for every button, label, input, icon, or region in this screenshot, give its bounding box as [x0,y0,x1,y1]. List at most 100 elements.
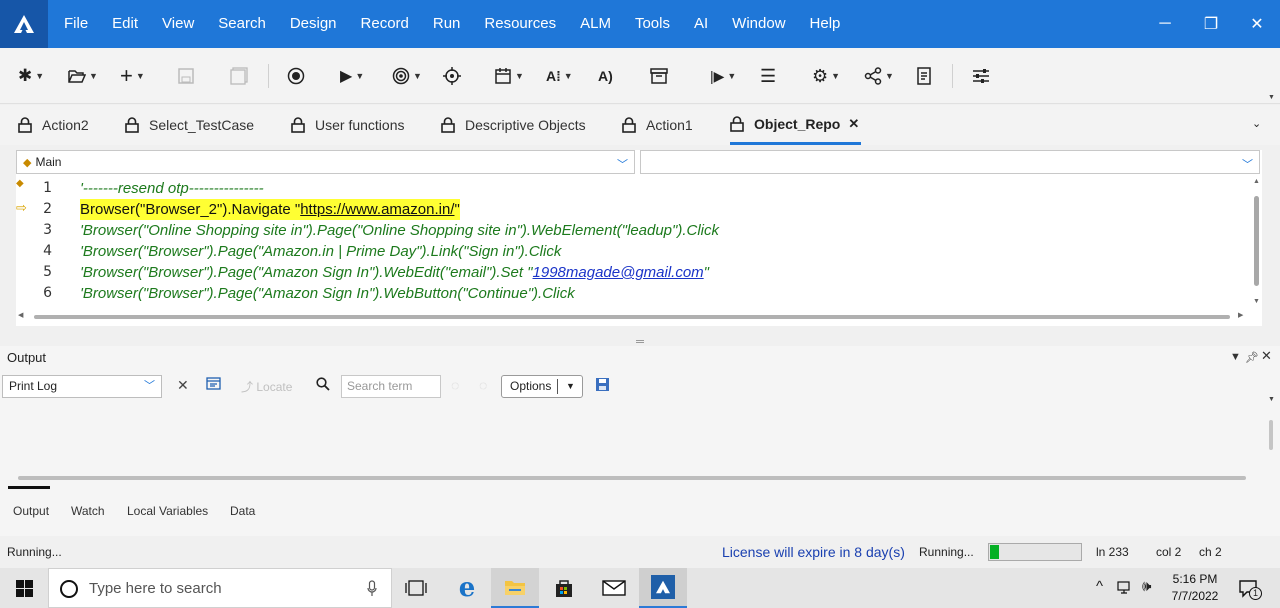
output-scroll-down-icon[interactable]: ▼ [1268,396,1275,403]
scrollbar-thumb[interactable] [1269,420,1273,450]
url-link[interactable]: https://www.amazon.in/ [300,201,454,218]
license-warning[interactable]: License will expire in 8 day(s) [722,544,905,560]
save-all-button[interactable] [230,62,248,90]
scrollbar-thumb[interactable] [34,315,1230,319]
tab-close-icon[interactable]: ✕ [848,116,859,132]
save-button[interactable] [178,62,194,90]
tab-output[interactable]: Output [13,504,49,518]
start-button[interactable] [0,568,48,608]
tab-watch[interactable]: Watch [71,504,105,518]
menu-help[interactable]: Help [798,0,853,48]
menu-record[interactable]: Record [349,0,421,48]
menu-alm[interactable]: ALM [568,0,623,48]
tab-select-testcase[interactable]: Select_TestCase [125,105,254,145]
menu-tools[interactable]: Tools [623,0,682,48]
show-hidden-icons-icon[interactable]: ^ [1096,578,1103,595]
search-previous-button[interactable]: ◌ [451,377,459,393]
editor-vertical-scrollbar[interactable]: ▲ ▼ [1252,178,1262,308]
code-view[interactable]: ◆ ⇨ 1 '-------resend otp--------------- … [16,178,1252,308]
output-search-input[interactable]: Search term [341,375,441,398]
locate-icon: ⤴ [241,380,254,394]
tab-local-variables[interactable]: Local Variables [127,504,208,518]
output-horizontal-scrollbar[interactable] [18,476,1246,482]
function-dropdown[interactable]: ﹀ [640,150,1260,174]
wrap-output-button[interactable] [206,377,221,393]
run-progress-bar [988,543,1082,561]
menu-view[interactable]: View [150,0,206,48]
menu-design[interactable]: Design [278,0,349,48]
checkpoint-icon [392,67,410,85]
clear-output-button[interactable]: ✕ [177,377,189,394]
network-icon[interactable] [1117,579,1135,598]
new-item-button[interactable]: ✱ ▼ [18,62,44,90]
toolbar-overflow-icon[interactable]: ▼ [1268,94,1275,101]
output-type-dropdown[interactable]: Print Log ﹀ [2,375,162,398]
menu-file[interactable]: File [52,0,100,48]
tab-data[interactable]: Data [230,504,255,518]
list-button[interactable]: ☰ [760,62,776,90]
lock-icon [18,117,32,133]
menu-run[interactable]: Run [421,0,473,48]
tab-action2[interactable]: Action2 [18,105,89,145]
toolbar-separator [952,64,953,88]
edge-browser-button[interactable]: e [443,568,491,608]
object-spy-button[interactable] [443,62,461,90]
archive-button[interactable] [650,62,668,90]
uft-app-button[interactable] [639,568,687,608]
settings-button[interactable]: ⚙ ▼ [812,62,840,90]
microphone-icon[interactable] [367,580,377,597]
calendar-button[interactable]: ▼ [494,62,524,90]
share-button[interactable]: ▼ [864,62,894,90]
scrollbar-thumb[interactable] [1254,196,1259,286]
taskbar-clock[interactable]: 5:16 PM 7/7/2022 [1166,571,1224,605]
ai-recognition-button[interactable]: A⁞ ▼ [546,62,573,90]
scrollbar-thumb[interactable] [18,476,1246,480]
search-next-button[interactable]: ◌ [479,377,487,393]
tab-action1[interactable]: Action1 [622,105,693,145]
menu-ai[interactable]: AI [682,0,720,48]
minimize-button[interactable]: ─ [1142,0,1188,48]
store-button[interactable] [540,568,588,608]
volume-icon[interactable]: 🕪︎ [1142,578,1151,595]
tab-user-functions[interactable]: User functions [291,105,404,145]
task-view-button[interactable] [392,568,440,608]
panel-menu-icon[interactable]: ▼ [1230,351,1241,363]
email-link[interactable]: 1998magade@gmail.com [533,264,704,281]
tabs-overflow-icon[interactable]: ⌄ [1252,117,1261,130]
record-button[interactable] [287,62,305,90]
share-icon [864,67,882,85]
menu-window[interactable]: Window [720,0,797,48]
scope-dropdown[interactable]: ◆ Main ﹀ [16,150,635,174]
ai-inspect-button[interactable]: A) [598,62,613,90]
document-button[interactable] [916,62,932,90]
save-output-button[interactable] [595,377,610,395]
restore-button[interactable]: ❐ [1188,0,1234,48]
save-icon [596,378,609,391]
locate-button[interactable]: ⤴ Locate [241,378,292,395]
mail-button[interactable] [590,568,638,608]
open-button[interactable]: ▼ [68,62,98,90]
editor-horizontal-scrollbar[interactable]: ◀ ▶ [18,312,1248,322]
window-icon [206,377,221,390]
edge-icon: e [458,573,476,603]
options-sliders-button[interactable] [972,62,990,90]
file-explorer-button[interactable] [491,568,539,608]
output-log-area[interactable]: ▼ [0,396,1280,484]
menu-resources[interactable]: Resources [472,0,568,48]
tab-descriptive-objects[interactable]: Descriptive Objects [441,105,586,145]
taskbar-search-box[interactable]: Type here to search [48,568,392,608]
menu-edit[interactable]: Edit [100,0,150,48]
close-window-button[interactable]: ✕ [1234,0,1280,48]
notification-center-icon[interactable]: 1 [1238,578,1262,601]
options-button[interactable]: Options ▼ [501,375,583,398]
menu-search[interactable]: Search [206,0,278,48]
progress-fill [990,545,999,559]
pin-icon[interactable]: 📌︎ [1245,351,1259,364]
tab-object-repo[interactable]: Object_Repo ✕ [730,105,861,145]
run-button[interactable]: ▶ ▼ [340,62,364,90]
search-icon [316,377,330,394]
close-panel-icon[interactable]: ✕ [1261,348,1272,364]
run-from-step-button[interactable]: |▶ ▼ [710,62,736,90]
checkpoint-button[interactable]: ▼ [392,62,422,90]
add-button[interactable]: + ▼ [120,62,145,90]
